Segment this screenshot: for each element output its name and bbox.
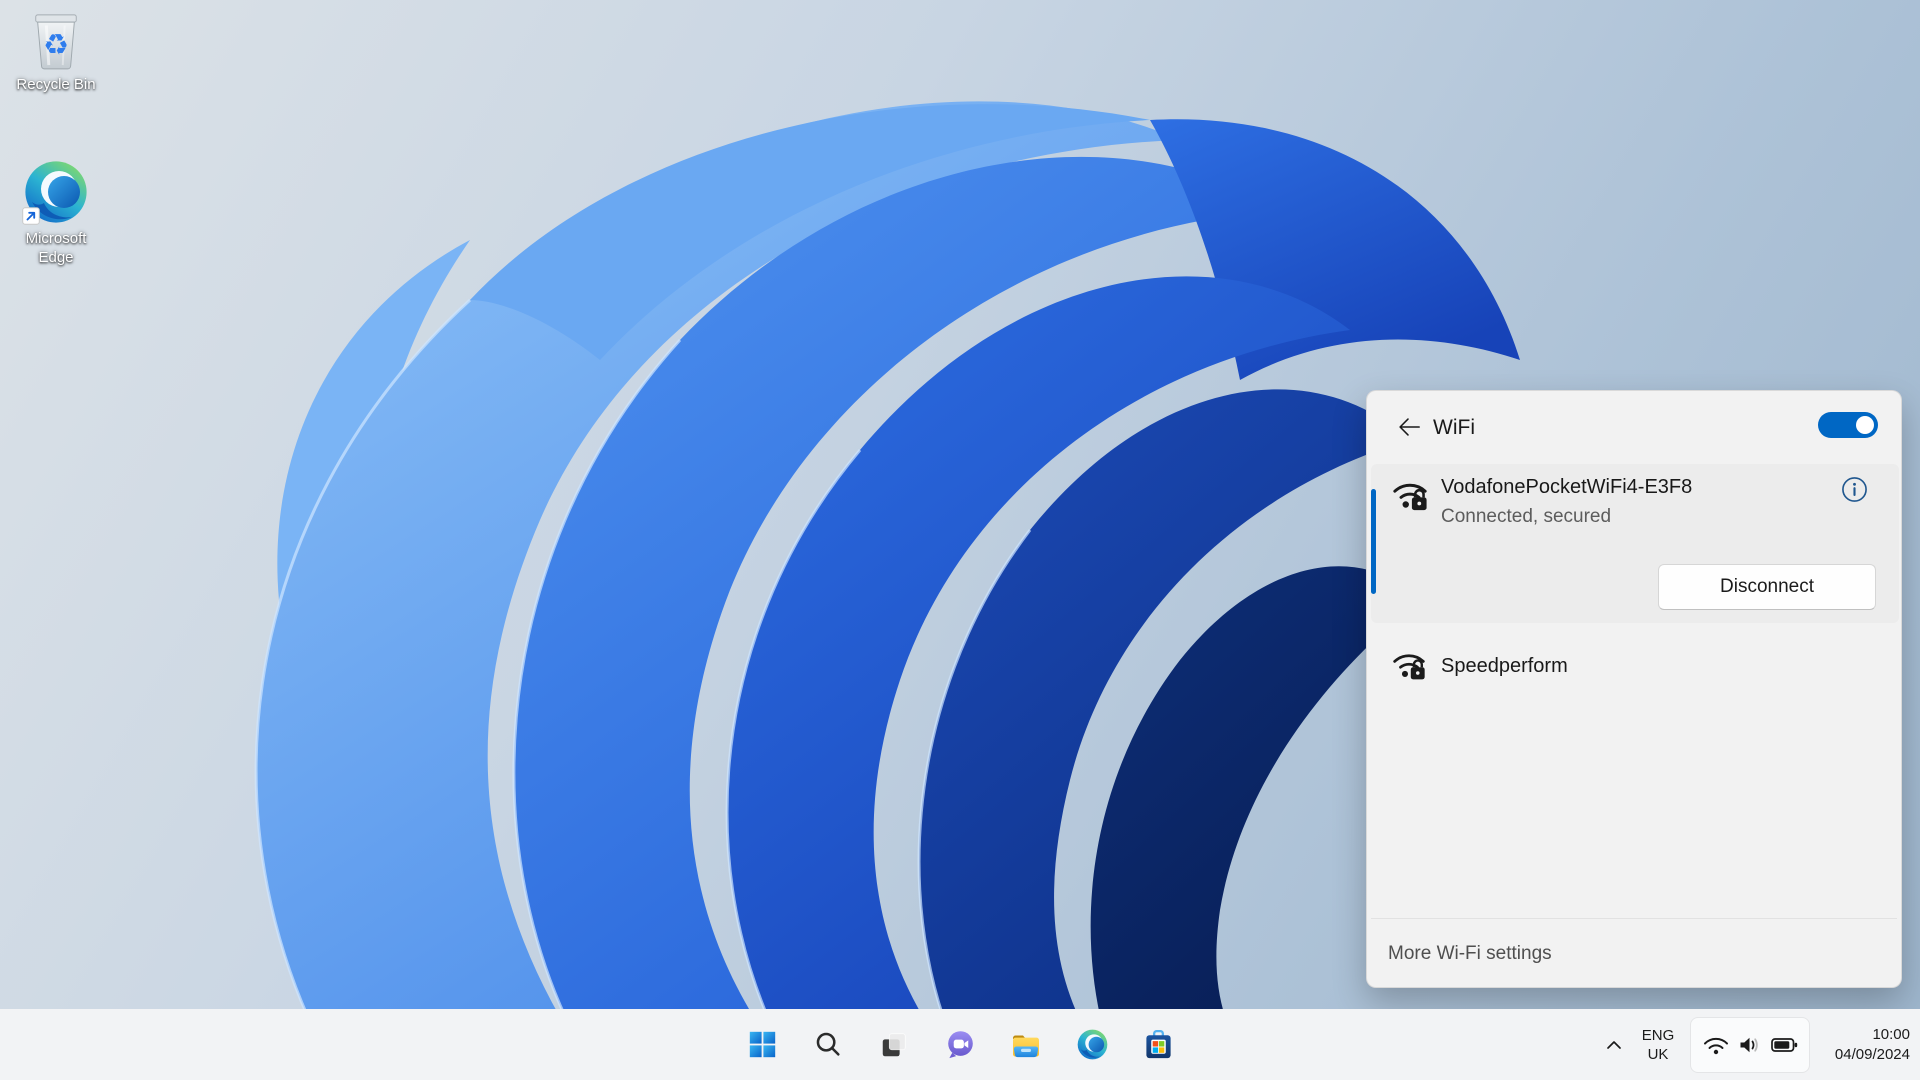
edge-taskbar-button[interactable] <box>1072 1025 1112 1065</box>
info-icon <box>1841 476 1868 503</box>
file-explorer-button[interactable] <box>1006 1025 1046 1065</box>
desktop: Recycle Bin Microsoft Edge WiFi Vodafone… <box>0 0 1920 1080</box>
edge-icon <box>24 160 88 224</box>
store-icon <box>1143 1029 1174 1060</box>
language-line2: UK <box>1647 1045 1669 1063</box>
wifi-icon <box>1703 1035 1729 1055</box>
taskbar: ENG UK 10:00 04/09/2024 <box>0 1009 1920 1080</box>
back-arrow-icon <box>1395 414 1421 440</box>
wifi-flyout-panel: WiFi VodafonePocketWiFi4-E3F8 Connected,… <box>1366 390 1902 988</box>
search-icon <box>813 1030 843 1060</box>
desktop-icon-microsoft-edge[interactable]: Microsoft Edge <box>8 160 104 267</box>
selection-accent-bar <box>1371 489 1376 594</box>
edge-icon <box>1077 1029 1108 1060</box>
task-view-icon <box>879 1030 909 1060</box>
tray-overflow-button[interactable] <box>1596 1025 1632 1065</box>
edge-label: Microsoft Edge <box>25 230 87 266</box>
language-indicator[interactable]: ENG UK <box>1632 1021 1684 1069</box>
language-line1: ENG <box>1641 1026 1675 1044</box>
store-button[interactable] <box>1138 1025 1178 1065</box>
file-explorer-icon <box>1010 1029 1042 1061</box>
wifi-secured-icon <box>1389 477 1431 513</box>
shortcut-arrow-icon <box>22 207 40 225</box>
network-name: VodafonePocketWiFi4-E3F8 <box>1441 476 1693 498</box>
quick-settings-button[interactable] <box>1690 1016 1810 1073</box>
start-icon <box>748 1030 777 1059</box>
recycle-bin-icon <box>29 8 83 70</box>
chevron-up-icon <box>1604 1037 1624 1053</box>
wifi-toggle[interactable] <box>1818 412 1878 438</box>
taskbar-center-icons <box>742 1009 1178 1080</box>
chat-icon <box>945 1029 976 1060</box>
battery-icon <box>1771 1035 1798 1055</box>
clock-time: 10:00 <box>1872 1025 1910 1043</box>
disconnect-button[interactable]: Disconnect <box>1658 564 1876 610</box>
network-item-connected[interactable]: VodafonePocketWiFi4-E3F8 Connected, secu… <box>1371 464 1899 623</box>
network-item-speedperform[interactable]: Speedperform <box>1371 629 1899 703</box>
volume-icon <box>1738 1035 1762 1055</box>
more-wifi-settings-link[interactable]: More Wi-Fi settings <box>1371 919 1897 987</box>
toggle-knob <box>1856 416 1874 434</box>
task-view-button[interactable] <box>874 1025 914 1065</box>
back-button[interactable] <box>1392 411 1424 443</box>
clock-date: 04/09/2024 <box>1834 1045 1910 1063</box>
search-button[interactable] <box>808 1025 848 1065</box>
recycle-bin-label: Recycle Bin <box>16 76 96 93</box>
wifi-secured-icon <box>1389 648 1429 682</box>
clock[interactable]: 10:00 04/09/2024 <box>1814 1025 1910 1065</box>
network-properties-button[interactable] <box>1839 474 1869 504</box>
system-tray: ENG UK 10:00 04/09/2024 <box>1596 1009 1920 1080</box>
chat-button[interactable] <box>940 1025 980 1065</box>
start-button[interactable] <box>742 1025 782 1065</box>
wifi-panel-title: WiFi <box>1433 415 1475 439</box>
wifi-panel-header: WiFi <box>1367 391 1901 464</box>
network-name: Speedperform <box>1441 654 1568 677</box>
desktop-icon-recycle-bin[interactable]: Recycle Bin <box>8 8 104 94</box>
network-status: Connected, secured <box>1441 506 1612 527</box>
